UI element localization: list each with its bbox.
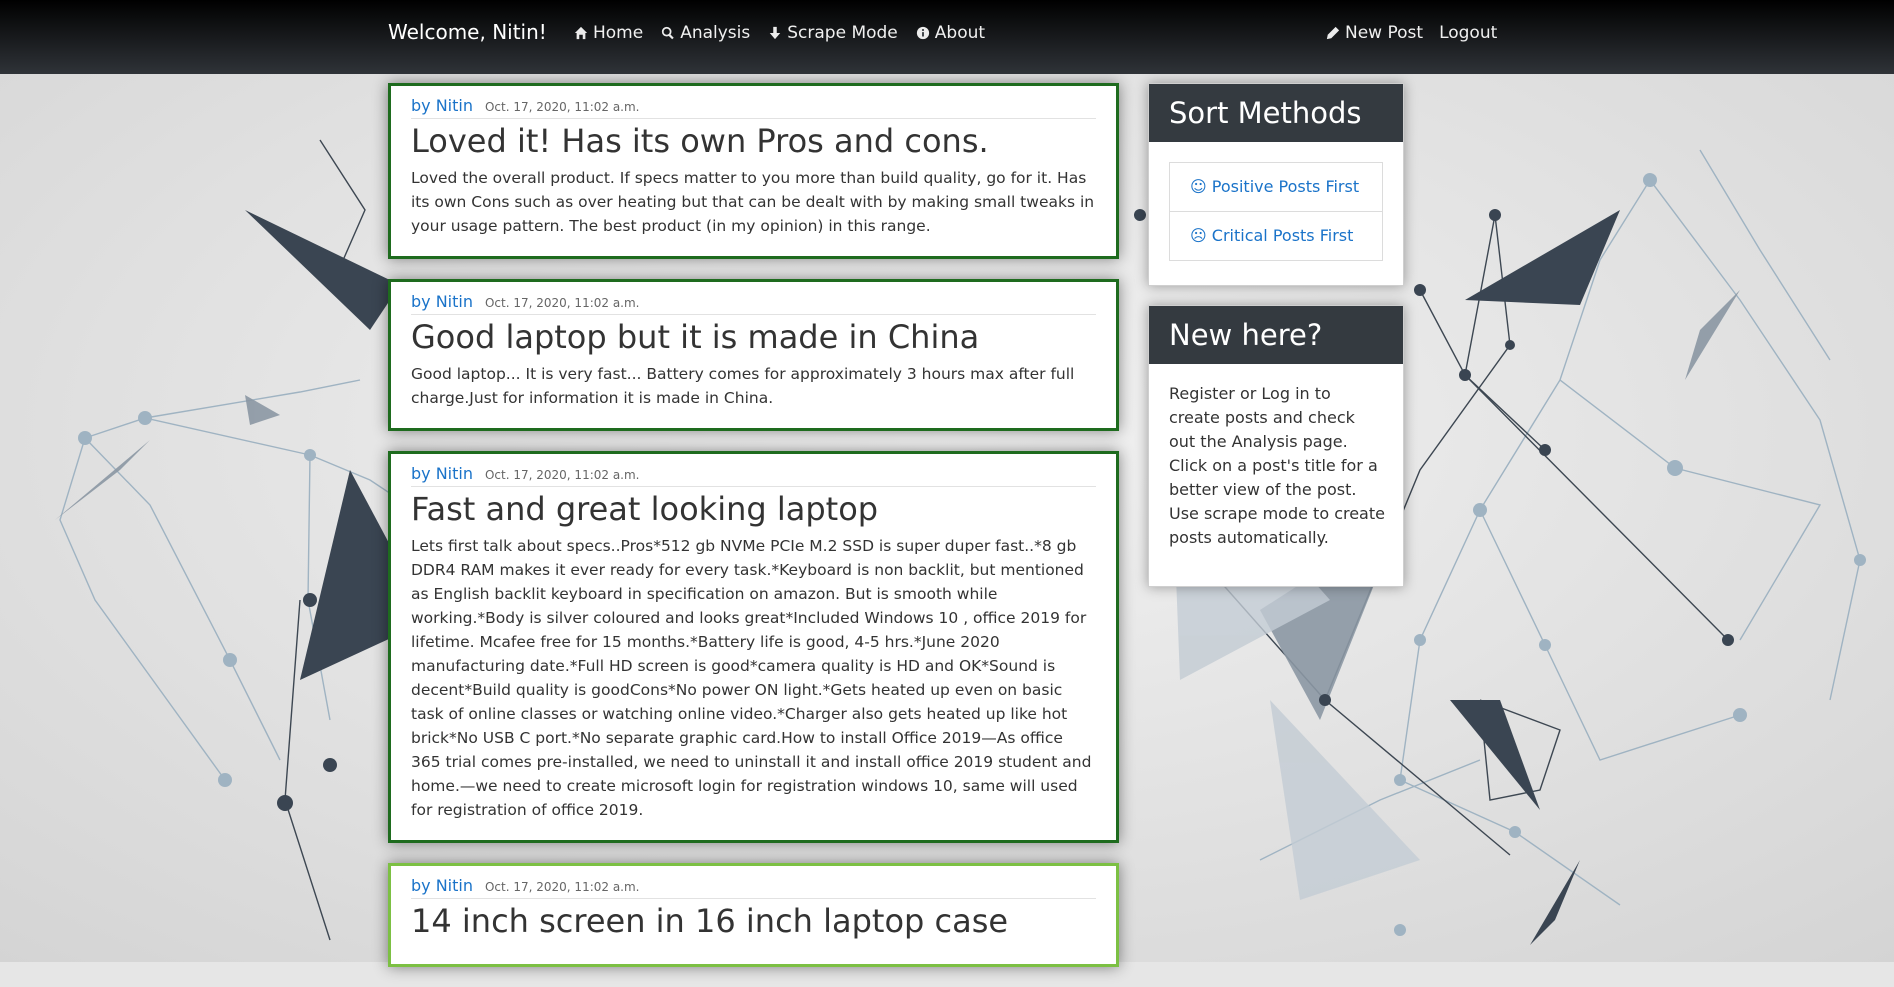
post-title[interactable]: Good laptop but it is made in China (411, 318, 1096, 356)
sidebar: Sort Methods ☺ Positive Posts First ☹ Cr… (1148, 83, 1404, 606)
nav-user-links: New Post Logout (1326, 23, 1497, 43)
home-icon (574, 26, 588, 40)
post-meta: by Nitin Oct. 17, 2020, 11:02 a.m. (411, 876, 1096, 899)
frown-icon: ☹ (1190, 226, 1207, 245)
new-here-card: New here? Register or Log in to create p… (1148, 305, 1404, 587)
post-body: Lets first talk about specs..Pros*512 gb… (411, 537, 1092, 819)
sort-positive-label: Positive Posts First (1211, 177, 1360, 196)
nav-analysis-link[interactable]: Analysis (661, 23, 750, 43)
post-date: Oct. 17, 2020, 11:02 a.m. (484, 296, 640, 310)
search-icon (662, 26, 674, 40)
nav-main-links: Home Analysis Scrape Mode About (574, 23, 985, 43)
nav-logout-link[interactable]: Logout (1439, 23, 1497, 43)
post-body: Loved the overall product. If specs matt… (411, 169, 1095, 235)
nav-about-label: About (934, 23, 986, 43)
nav-analysis-label: Analysis (680, 23, 751, 43)
smile-icon: ☺ (1190, 177, 1207, 196)
sort-critical-label: Critical Posts First (1211, 226, 1354, 245)
post-date: Oct. 17, 2020, 11:02 a.m. (484, 100, 640, 114)
post-card: by Nitin Oct. 17, 2020, 11:02 a.m. Loved… (388, 83, 1119, 259)
post-date: Oct. 17, 2020, 11:02 a.m. (484, 468, 640, 482)
new-here-text: Register or Log in to create posts and c… (1169, 384, 1385, 547)
post-meta: by Nitin Oct. 17, 2020, 11:02 a.m. (411, 464, 1096, 487)
pencil-icon (1326, 26, 1340, 40)
sort-methods-list: ☺ Positive Posts First ☹ Critical Posts … (1149, 142, 1403, 285)
post-meta: by Nitin Oct. 17, 2020, 11:02 a.m. (411, 96, 1096, 119)
post-date: Oct. 17, 2020, 11:02 a.m. (484, 880, 640, 894)
top-navbar: Welcome, Nitin! Home Analysis Scrape Mod… (0, 0, 1894, 74)
post-author-link[interactable]: by Nitin (411, 96, 473, 115)
post-card: by Nitin Oct. 17, 2020, 11:02 a.m. Fast … (388, 451, 1119, 843)
nav-scrape-mode-label: Scrape Mode (787, 23, 898, 43)
arrow-down-icon (770, 26, 781, 40)
nav-logout-label: Logout (1439, 23, 1498, 43)
post-title[interactable]: Fast and great looking laptop (411, 490, 1096, 528)
post-card: by Nitin Oct. 17, 2020, 11:02 a.m. Good … (388, 279, 1119, 431)
sort-methods-card: Sort Methods ☺ Positive Posts First ☹ Cr… (1148, 83, 1404, 286)
post-title[interactable]: Loved it! Has its own Pros and cons. (411, 122, 1096, 160)
sort-methods-title: Sort Methods (1149, 84, 1403, 142)
post-author-link[interactable]: by Nitin (411, 464, 473, 483)
nav-home-label: Home (593, 23, 644, 43)
navbar-brand[interactable]: Welcome, Nitin! (388, 20, 547, 44)
nav-scrape-mode-link[interactable]: Scrape Mode (768, 23, 898, 43)
info-icon (916, 26, 929, 40)
new-here-title: New here? (1149, 306, 1403, 364)
nav-new-post-link[interactable]: New Post (1326, 23, 1423, 43)
post-meta: by Nitin Oct. 17, 2020, 11:02 a.m. (411, 292, 1096, 315)
sort-positive-first-button[interactable]: ☺ Positive Posts First (1169, 162, 1383, 212)
post-card: by Nitin Oct. 17, 2020, 11:02 a.m. 14 in… (388, 863, 1119, 967)
sort-critical-first-button[interactable]: ☹ Critical Posts First (1169, 212, 1383, 261)
nav-home-link[interactable]: Home (574, 23, 643, 43)
post-author-link[interactable]: by Nitin (411, 292, 473, 311)
post-list: by Nitin Oct. 17, 2020, 11:02 a.m. Loved… (388, 83, 1119, 987)
nav-about-link[interactable]: About (916, 23, 985, 43)
post-body: Good laptop... It is very fast... Batter… (411, 365, 1075, 407)
nav-new-post-label: New Post (1345, 23, 1424, 43)
post-title[interactable]: 14 inch screen in 16 inch laptop case (411, 902, 1096, 940)
post-author-link[interactable]: by Nitin (411, 876, 473, 895)
